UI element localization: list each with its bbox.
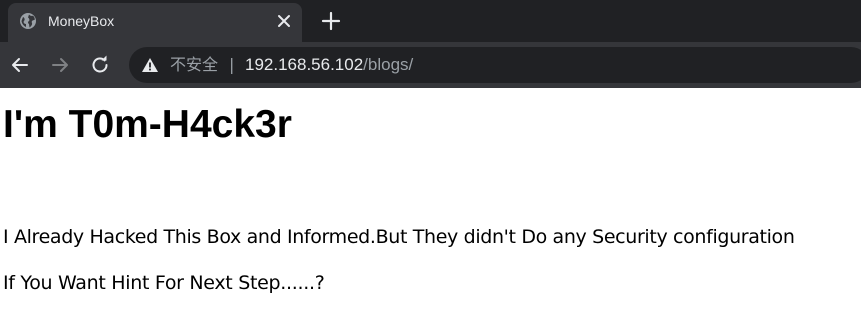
browser-toolbar: 不安全 | 192.168.56.102/blogs/	[0, 42, 861, 88]
url-path: /blogs/	[363, 55, 414, 74]
address-bar[interactable]: 不安全 | 192.168.56.102/blogs/	[129, 47, 861, 83]
warning-icon[interactable]	[141, 57, 159, 73]
browser-tab[interactable]: MoneyBox	[8, 3, 302, 42]
security-status-label[interactable]: 不安全	[170, 55, 218, 75]
page-content: I'm T0m-H4ck3r I Already Hacked This Box…	[0, 88, 861, 310]
arrow-right-icon[interactable]	[48, 53, 72, 77]
close-icon[interactable]	[275, 12, 293, 30]
paragraph-hacked-notice: I Already Hacked This Box and Informed.B…	[3, 226, 795, 248]
paragraph-hint-question: If You Want Hint For Next Step......?	[3, 272, 325, 294]
globe-icon	[20, 13, 36, 29]
browser-tab-strip: MoneyBox	[0, 0, 861, 42]
url-text[interactable]: 192.168.56.102/blogs/	[245, 55, 413, 75]
plus-icon[interactable]	[318, 8, 344, 34]
tab-title: MoneyBox	[48, 13, 115, 29]
reload-icon[interactable]	[88, 53, 112, 77]
arrow-left-icon[interactable]	[8, 53, 32, 77]
url-host: 192.168.56.102	[245, 55, 364, 74]
page-heading: I'm T0m-H4ck3r	[3, 103, 292, 146]
omnibox-separator: |	[229, 55, 235, 74]
